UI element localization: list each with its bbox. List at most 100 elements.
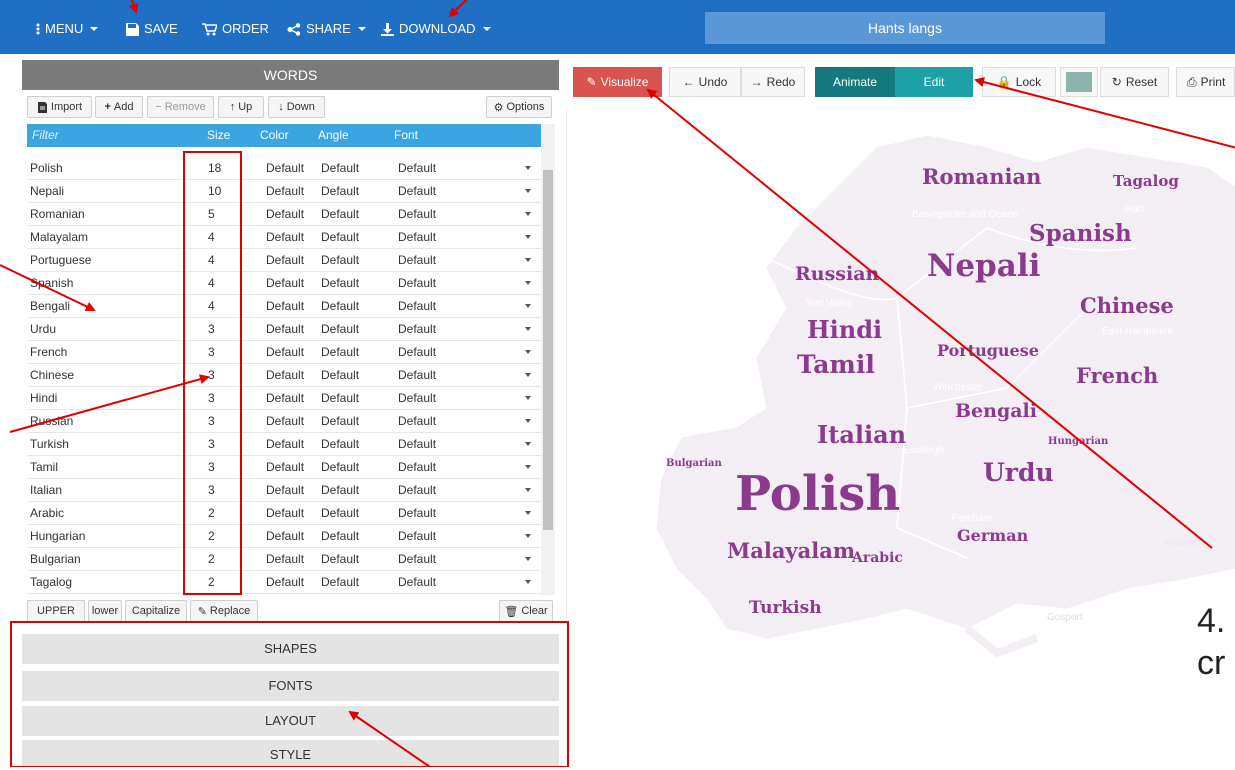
font-cell[interactable]: Default <box>398 203 436 225</box>
download-button[interactable]: DOWNLOAD <box>381 18 491 40</box>
size-cell[interactable]: 3 <box>208 479 215 501</box>
color-cell[interactable]: Default <box>266 410 304 432</box>
cloud-title-input[interactable]: Hants langs <box>705 12 1105 44</box>
table-row[interactable]: Bengali 4 Default Default Default <box>27 295 541 318</box>
capitalize-button[interactable]: Capitalize <box>125 600 187 622</box>
remove-button[interactable]: − Remove <box>147 96 214 118</box>
size-cell[interactable]: 2 <box>208 571 215 593</box>
angle-cell[interactable]: Default <box>321 364 359 386</box>
font-cell[interactable]: Default <box>398 318 436 340</box>
font-cell[interactable]: Default <box>398 479 436 501</box>
cloud-word-french[interactable]: French <box>1076 363 1158 388</box>
color-cell[interactable]: Default <box>266 272 304 294</box>
color-cell[interactable]: Default <box>266 479 304 501</box>
angle-cell[interactable]: Default <box>321 525 359 547</box>
import-button[interactable]: Import <box>27 96 92 118</box>
font-cell[interactable]: Default <box>398 456 436 478</box>
angle-cell[interactable]: Default <box>321 548 359 570</box>
menu-button[interactable]: MENU <box>36 18 99 40</box>
color-cell[interactable]: Default <box>266 502 304 524</box>
dropdown-caret-icon[interactable] <box>525 419 531 423</box>
font-cell[interactable]: Default <box>398 502 436 524</box>
cloud-word-polish[interactable]: Polish <box>735 466 900 522</box>
move-up-button[interactable]: ↑ Up <box>218 96 264 118</box>
cloud-word-urdu[interactable]: Urdu <box>983 458 1054 487</box>
color-cell[interactable]: Default <box>266 387 304 409</box>
table-row[interactable]: Arabic 2 Default Default Default <box>27 502 541 525</box>
size-cell[interactable]: 4 <box>208 226 215 248</box>
size-cell[interactable]: 3 <box>208 387 215 409</box>
font-cell[interactable]: Default <box>398 249 436 271</box>
cloud-word-chinese[interactable]: Chinese <box>1080 293 1174 318</box>
word-cell[interactable]: Romanian <box>30 203 85 225</box>
angle-cell[interactable]: Default <box>321 456 359 478</box>
word-cell[interactable]: Hungarian <box>30 525 85 547</box>
dropdown-caret-icon[interactable] <box>525 534 531 538</box>
size-cell[interactable]: 2 <box>208 502 215 524</box>
table-row[interactable]: Chinese 3 Default Default Default <box>27 364 541 387</box>
color-cell[interactable]: Default <box>266 180 304 202</box>
table-row[interactable]: Nepali 10 Default Default Default <box>27 180 541 203</box>
word-cell[interactable]: Chinese <box>30 364 74 386</box>
cloud-word-russian[interactable]: Russian <box>795 263 879 285</box>
options-button[interactable]: ⚙ Options <box>486 96 552 118</box>
cloud-word-nepali[interactable]: Nepali <box>927 248 1040 284</box>
angle-cell[interactable]: Default <box>321 571 359 593</box>
dropdown-caret-icon[interactable] <box>525 258 531 262</box>
size-cell[interactable]: 2 <box>208 525 215 547</box>
font-cell[interactable]: Default <box>398 525 436 547</box>
cloud-word-italian[interactable]: Italian <box>817 420 906 449</box>
dropdown-caret-icon[interactable] <box>525 235 531 239</box>
share-button[interactable]: SHARE <box>287 18 366 40</box>
word-cell[interactable]: Bengali <box>30 295 70 317</box>
word-cell[interactable]: French <box>30 341 67 363</box>
dropdown-caret-icon[interactable] <box>525 373 531 377</box>
table-row[interactable]: Hungarian 2 Default Default Default <box>27 525 541 548</box>
word-cell[interactable]: Polish <box>30 157 63 179</box>
font-cell[interactable]: Default <box>398 410 436 432</box>
dropdown-caret-icon[interactable] <box>525 281 531 285</box>
size-cell[interactable]: 3 <box>208 433 215 455</box>
word-cell[interactable]: Nepali <box>30 180 64 202</box>
column-angle[interactable]: Angle <box>318 124 349 147</box>
font-cell[interactable]: Default <box>398 157 436 179</box>
dropdown-caret-icon[interactable] <box>525 557 531 561</box>
table-row[interactable]: Italian 3 Default Default Default <box>27 479 541 502</box>
cloud-word-spanish[interactable]: Spanish <box>1029 220 1132 247</box>
column-font[interactable]: Font <box>394 124 418 147</box>
animate-button[interactable]: Animate <box>815 67 895 97</box>
word-cell[interactable]: Tamil <box>30 456 58 478</box>
word-cell[interactable]: Hindi <box>30 387 57 409</box>
angle-cell[interactable]: Default <box>321 203 359 225</box>
table-scroll-thumb[interactable] <box>543 170 553 530</box>
word-cell[interactable]: Malayalam <box>30 226 88 248</box>
dropdown-caret-icon[interactable] <box>525 304 531 308</box>
layout-section[interactable]: LAYOUT <box>22 706 559 736</box>
size-cell[interactable]: 4 <box>208 249 215 271</box>
word-cell[interactable]: Italian <box>30 479 62 501</box>
font-cell[interactable]: Default <box>398 433 436 455</box>
table-row[interactable]: Hindi 3 Default Default Default <box>27 387 541 410</box>
print-button[interactable]: ⎙ Print <box>1176 67 1235 97</box>
size-cell[interactable]: 3 <box>208 456 215 478</box>
dropdown-caret-icon[interactable] <box>525 580 531 584</box>
edit-button[interactable]: Edit <box>895 67 973 97</box>
fonts-section[interactable]: FONTS <box>22 671 559 701</box>
color-cell[interactable]: Default <box>266 571 304 593</box>
font-cell[interactable]: Default <box>398 272 436 294</box>
color-cell[interactable]: Default <box>266 157 304 179</box>
angle-cell[interactable]: Default <box>321 410 359 432</box>
cloud-word-bengali[interactable]: Bengali <box>955 400 1037 422</box>
color-cell[interactable]: Default <box>266 456 304 478</box>
dropdown-caret-icon[interactable] <box>525 350 531 354</box>
table-row[interactable]: Malayalam 4 Default Default Default <box>27 226 541 249</box>
table-row[interactable]: Urdu 3 Default Default Default <box>27 318 541 341</box>
cloud-word-hindi[interactable]: Hindi <box>807 315 882 344</box>
redo-button[interactable]: → Redo <box>741 67 805 97</box>
dropdown-caret-icon[interactable] <box>525 511 531 515</box>
table-row[interactable]: Bulgarian 2 Default Default Default <box>27 548 541 571</box>
add-button[interactable]: + Add <box>95 96 143 118</box>
dropdown-caret-icon[interactable] <box>525 189 531 193</box>
table-row[interactable]: Tagalog 2 Default Default Default <box>27 571 541 594</box>
font-cell[interactable]: Default <box>398 387 436 409</box>
